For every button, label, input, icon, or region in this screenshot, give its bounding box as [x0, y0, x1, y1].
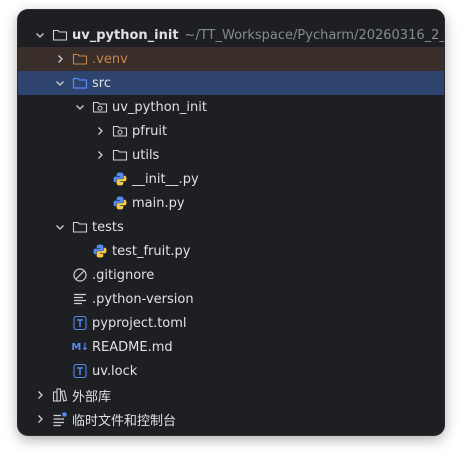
python-file-icon — [92, 243, 108, 259]
folder-icon — [72, 219, 88, 235]
tree-row-utils[interactable]: utils — [18, 143, 444, 167]
tests-folder-label: tests — [92, 219, 124, 235]
tree-row-main-py[interactable]: main.py — [18, 191, 444, 215]
readme-label: README.md — [92, 339, 173, 355]
chevron-right-icon[interactable] — [32, 411, 48, 427]
toml-file-icon — [72, 363, 88, 379]
package-folder-label: uv_python_init — [112, 99, 207, 115]
tree-row-pfruit[interactable]: pfruit — [18, 119, 444, 143]
chevron-down-icon[interactable] — [32, 27, 48, 43]
python-version-label: .python-version — [92, 291, 194, 307]
package-folder-icon — [92, 99, 108, 115]
main-py-label: main.py — [132, 195, 185, 211]
ignore-file-icon — [72, 267, 88, 283]
excluded-folder-icon — [72, 51, 88, 67]
src-folder-label: src — [92, 75, 111, 91]
chevron-right-icon[interactable] — [52, 51, 68, 67]
tree-row-gitignore[interactable]: .gitignore — [18, 263, 444, 287]
utils-folder-label: utils — [132, 147, 160, 163]
chevron-down-icon[interactable] — [52, 75, 68, 91]
chevron-down-icon[interactable] — [52, 219, 68, 235]
tree-row-init-py[interactable]: __init__.py — [18, 167, 444, 191]
chevron-right-icon[interactable] — [32, 387, 48, 403]
tree-row-src[interactable]: src — [18, 71, 444, 95]
python-file-icon — [112, 171, 128, 187]
tree-row-tests[interactable]: tests — [18, 215, 444, 239]
source-folder-icon — [72, 75, 88, 91]
test-fruit-py-label: test_fruit.py — [112, 243, 191, 259]
pyproject-label: pyproject.toml — [92, 315, 187, 331]
package-folder-icon — [112, 123, 128, 139]
tree-row-pyproject[interactable]: pyproject.toml — [18, 311, 444, 335]
chevron-down-icon[interactable] — [72, 99, 88, 115]
tree-row-scratches[interactable]: 临时文件和控制台 — [18, 407, 444, 431]
folder-icon — [112, 147, 128, 163]
root-folder-label: uv_python_init — [72, 27, 179, 43]
library-icon — [52, 387, 68, 403]
toml-file-icon — [72, 315, 88, 331]
tree-row-root[interactable]: uv_python_init ~/TT_Workspace/Pycharm/20… — [18, 23, 444, 47]
init-py-label: __init__.py — [132, 171, 199, 187]
uv-lock-label: uv.lock — [92, 363, 138, 379]
chevron-right-icon[interactable] — [92, 123, 108, 139]
chevron-right-icon[interactable] — [92, 147, 108, 163]
markdown-file-icon: M↓ — [71, 339, 89, 355]
python-file-icon — [112, 195, 128, 211]
root-folder-path: ~/TT_Workspace/Pycharm/20260316_2_Pyt — [184, 27, 444, 43]
scratches-label: 临时文件和控制台 — [72, 413, 177, 429]
venv-folder-label: .venv — [92, 51, 128, 67]
external-libraries-label: 外部库 — [72, 389, 112, 405]
tree-row-external-libraries[interactable]: 外部库 — [18, 383, 444, 407]
tree-row-readme[interactable]: M↓ README.md — [18, 335, 444, 359]
tree-row-python-version[interactable]: .python-version — [18, 287, 444, 311]
tree-row-package[interactable]: uv_python_init — [18, 95, 444, 119]
folder-icon — [52, 27, 68, 43]
tree-row-test-fruit-py[interactable]: test_fruit.py — [18, 239, 444, 263]
scratches-icon — [52, 411, 68, 427]
tree-row-uv-lock[interactable]: uv.lock — [18, 359, 444, 383]
project-tool-window: uv_python_init ~/TT_Workspace/Pycharm/20… — [18, 10, 444, 435]
tree-row-venv[interactable]: .venv — [18, 47, 444, 71]
pfruit-folder-label: pfruit — [132, 123, 168, 139]
markdown-badge: M↓ — [71, 341, 89, 353]
gitignore-label: .gitignore — [92, 267, 155, 283]
text-file-icon — [72, 291, 88, 307]
